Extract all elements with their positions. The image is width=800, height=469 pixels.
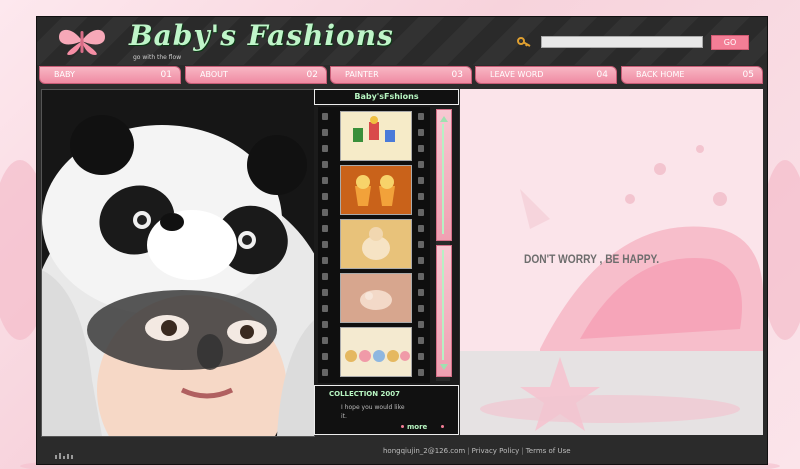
header: Baby's Fashions go with the flow GO	[37, 17, 767, 65]
nav-number: 01	[160, 70, 172, 80]
film-hole	[418, 257, 424, 264]
bullet-icon	[401, 425, 404, 428]
scroll-rail	[442, 250, 444, 360]
film-hole	[418, 273, 424, 280]
nav-number: 04	[596, 70, 608, 80]
sleeping-baby-thumbnail-image	[362, 227, 390, 260]
nav-label: ABOUT	[200, 70, 228, 79]
butterfly-logo-icon	[59, 29, 105, 55]
nav-label: BABY	[54, 70, 75, 79]
film-hole	[418, 225, 424, 232]
toys-thumbnail-image	[353, 116, 395, 142]
bears-row-thumbnail-image	[345, 350, 410, 362]
film-hole	[418, 321, 424, 328]
film-hole	[322, 321, 328, 328]
baby-portrait-thumbnail-image	[360, 290, 392, 310]
gallery-thumbnail[interactable]	[340, 219, 412, 269]
go-button[interactable]: GO	[711, 35, 749, 50]
film-hole	[418, 129, 424, 136]
film-hole	[322, 353, 328, 360]
scroll-up-arrow-icon	[440, 116, 448, 122]
film-hole	[418, 209, 424, 216]
brand-title: Baby's Fashions	[129, 19, 394, 52]
film-hole	[322, 369, 328, 376]
equalizer-icon	[55, 453, 73, 459]
film-hole	[322, 273, 328, 280]
film-hole	[322, 225, 328, 232]
film-hole	[322, 305, 328, 312]
film-hole	[322, 161, 328, 168]
nav-number: 02	[306, 70, 318, 80]
film-hole	[322, 177, 328, 184]
scroll-down-button[interactable]	[436, 245, 452, 377]
footer-links: hongqiujin_2@126.com | Privacy Policy | Term…	[383, 447, 571, 455]
nav-item-baby[interactable]: BABY 01	[39, 66, 181, 84]
nav-number: 05	[742, 70, 754, 80]
nav-item-about[interactable]: ABOUT 02	[185, 66, 327, 84]
panda-hood-photo	[42, 90, 314, 436]
gallery-thumbnail[interactable]	[340, 273, 412, 323]
gallery-scrollbar	[436, 109, 452, 381]
scroll-up-button[interactable]	[436, 109, 452, 241]
film-hole	[418, 337, 424, 344]
film-hole	[322, 129, 328, 136]
film-hole	[418, 289, 424, 296]
film-hole	[418, 369, 424, 376]
site-frame: Baby's Fashions go with the flow GO BABY…	[36, 16, 768, 465]
film-hole	[322, 113, 328, 120]
film-hole	[418, 193, 424, 200]
collection-text: I hope you would like it.	[341, 404, 405, 420]
nav-label: PAINTER	[345, 70, 379, 79]
key-icon	[517, 37, 531, 47]
film-hole	[322, 193, 328, 200]
film-hole	[322, 145, 328, 152]
footer-email-link[interactable]: hongqiujin_2@126.com	[383, 447, 465, 455]
terms-of-use-link[interactable]: Terms of Use	[526, 447, 571, 455]
film-hole	[418, 241, 424, 248]
film-hole	[418, 113, 424, 120]
footer: hongqiujin_2@126.com | Privacy Policy | Term…	[37, 439, 767, 464]
gallery-thumbnail[interactable]	[340, 111, 412, 161]
gallery-strip: Baby'sFshions COLLECTION 2007 I hope you…	[314, 89, 459, 435]
gallery-thumbnail[interactable]	[340, 327, 412, 377]
film-strip	[318, 107, 430, 383]
privacy-policy-link[interactable]: Privacy Policy	[472, 447, 520, 455]
nav-item-leave-word[interactable]: LEAVE WORD 04	[475, 66, 617, 84]
more-link[interactable]: more	[407, 423, 427, 431]
search-input[interactable]	[541, 36, 703, 48]
tagline: go with the flow	[133, 54, 182, 61]
nav-item-back-home[interactable]: BACK HOME 05	[621, 66, 763, 84]
film-hole	[418, 305, 424, 312]
nav-number: 03	[451, 70, 463, 80]
film-hole	[322, 337, 328, 344]
separator: |	[521, 447, 524, 455]
gallery-thumbnail[interactable]	[340, 165, 412, 215]
nav-label: BACK HOME	[636, 70, 685, 79]
collection-title: COLLECTION 2007	[329, 390, 401, 398]
collection-box: COLLECTION 2007 I hope you would like it…	[314, 385, 459, 435]
film-hole	[322, 289, 328, 296]
film-hole	[418, 145, 424, 152]
film-hole	[322, 257, 328, 264]
film-hole	[418, 161, 424, 168]
main-nav: BABY 01 ABOUT 02 PAINTER 03 LEAVE WORD 0…	[37, 65, 767, 85]
film-hole	[322, 209, 328, 216]
separator: |	[467, 447, 470, 455]
film-hole	[322, 241, 328, 248]
nav-item-painter[interactable]: PAINTER 03	[330, 66, 472, 84]
gallery-title: Baby'sFshions	[314, 89, 459, 105]
flower-pots-thumbnail-image	[355, 175, 395, 206]
hero-panel: DON'T WORRY , BE HAPPY.	[460, 89, 763, 435]
scroll-rail	[442, 124, 444, 234]
film-hole	[418, 353, 424, 360]
scroll-down-arrow-icon	[440, 364, 448, 370]
film-hole	[418, 177, 424, 184]
featured-photo	[41, 89, 315, 437]
hero-slogan: DON'T WORRY , BE HAPPY.	[524, 252, 660, 266]
bullet-icon	[441, 425, 444, 428]
nav-label: LEAVE WORD	[490, 70, 544, 79]
